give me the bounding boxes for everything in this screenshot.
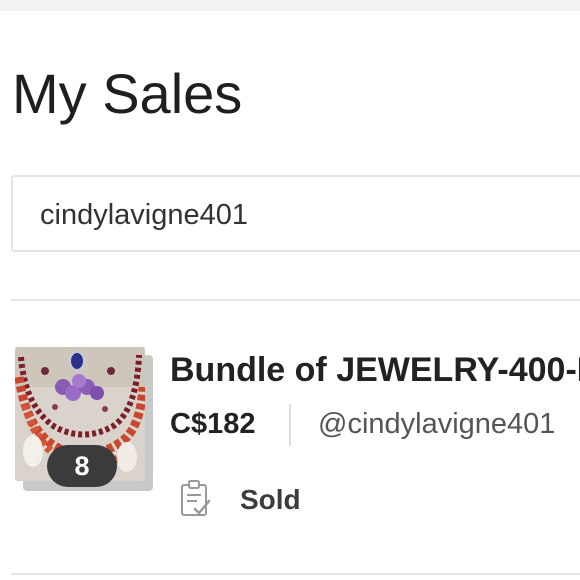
photo-count-badge: 8 <box>47 445 117 487</box>
search-input[interactable] <box>40 195 560 235</box>
sale-listing-item[interactable]: 8 Bundle of JEWELRY-400-L C$182 @cindyla… <box>0 303 580 571</box>
separator <box>289 404 291 446</box>
divider <box>11 573 580 575</box>
status-label: Sold <box>240 484 301 515</box>
my-sales-page: My Sales cindylavigne401 8 Bundle of JEW… <box>0 0 580 580</box>
seller-username[interactable]: @cindylavigne401 <box>318 404 555 444</box>
clipboard-check-icon <box>178 479 214 519</box>
listing-title[interactable]: Bundle of JEWELRY-400-L <box>170 349 580 391</box>
top-bar <box>0 0 580 11</box>
listing-thumbnail[interactable]: 8 <box>15 347 155 493</box>
listing-price: C$182 <box>170 408 256 440</box>
divider <box>11 299 580 301</box>
page-title: My Sales <box>12 62 243 125</box>
search-box[interactable] <box>11 175 580 252</box>
